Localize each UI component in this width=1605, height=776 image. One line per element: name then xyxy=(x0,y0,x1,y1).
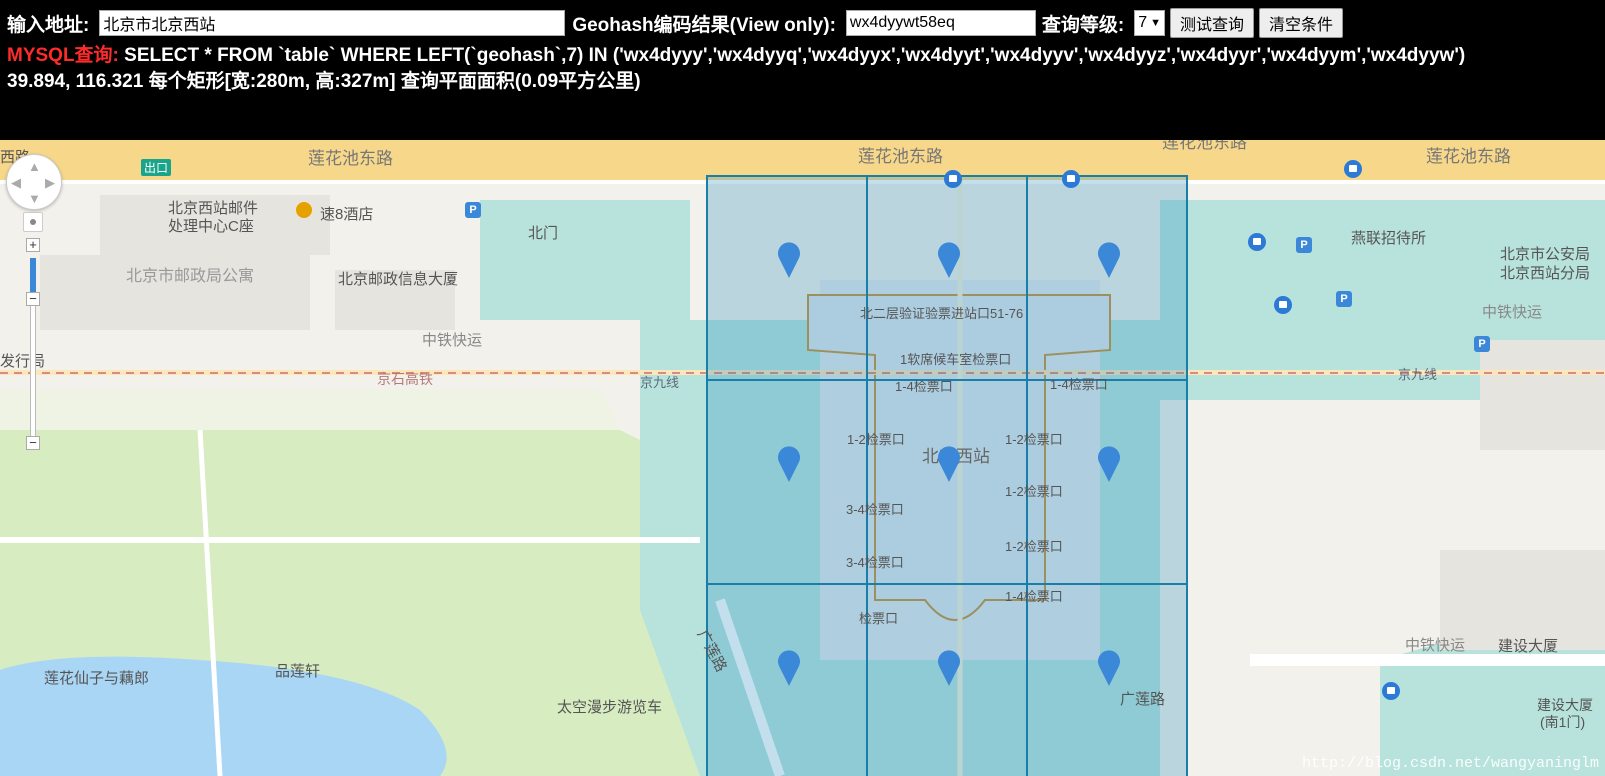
pan-right-icon[interactable]: ▶ xyxy=(45,175,55,191)
rail-label-jingshi: 京石高铁 xyxy=(377,371,433,387)
bus-stop-icon[interactable] xyxy=(1248,233,1266,251)
geohash-output-field[interactable] xyxy=(845,10,1036,36)
geohash-cell-1 xyxy=(706,175,868,381)
zoom-in-icon[interactable]: + xyxy=(26,238,40,252)
level-label: 查询等级: xyxy=(1041,14,1125,36)
geohash-cell-3 xyxy=(1026,175,1188,381)
pan-down-icon[interactable]: ▼ xyxy=(28,191,41,206)
poi-hotel8: 速8酒店 xyxy=(320,206,374,223)
road-label-lianhuachi-e: 莲花池东路 xyxy=(1426,147,1511,166)
poi-space-walk: 太空漫步游览车 xyxy=(557,699,663,716)
location-marker-icon[interactable] xyxy=(776,442,802,482)
location-marker-icon[interactable] xyxy=(776,238,802,278)
poi-post-building: 北京邮政信息大厦 xyxy=(338,271,459,288)
location-marker-icon[interactable] xyxy=(936,238,962,278)
zoom-slider-handle[interactable]: − xyxy=(26,292,40,306)
road-label-lianhuachi-c: 莲花池东路 xyxy=(858,147,943,166)
poi-apartment: 北京市邮政局公寓 xyxy=(126,268,255,285)
station-label-c2: 1-4检票口 xyxy=(1050,377,1108,392)
query-header: 输入地址: Geohash编码结果(View only): 查询等级: 7 ▼ … xyxy=(0,0,1605,140)
parking-icon[interactable]: P xyxy=(1474,336,1490,352)
bus-stop-icon[interactable] xyxy=(1344,160,1362,178)
geohash-label: Geohash编码结果(View only): xyxy=(572,14,836,36)
location-marker-icon[interactable] xyxy=(936,442,962,482)
zoom-out-icon[interactable]: − xyxy=(26,436,40,450)
road-label-guanglian-e: 广莲路 xyxy=(1120,691,1166,708)
map-canvas[interactable]: 西路 莲花池东路 莲花池东路 莲花池东路 莲花池东路 出口 北京西站邮件 处理中… xyxy=(0,140,1605,776)
station-label-h: 1-4检票口 xyxy=(1005,589,1063,604)
info-line: 39.894, 116.321 每个矩形[宽:280m, 高:327m] 查询平… xyxy=(7,71,641,92)
sql-query-line: MYSQL查询: SELECT * FROM `table` WHERE LEF… xyxy=(7,40,1465,67)
poi-mail-center-2: 处理中心C座 xyxy=(168,218,254,235)
parking-icon[interactable]: P xyxy=(465,202,481,218)
bus-stop-icon[interactable] xyxy=(1062,170,1080,188)
level-select[interactable]: 7 ▼ xyxy=(1134,10,1166,36)
sql-prefix: MYSQL查询: xyxy=(7,45,119,66)
poi-zhongtie-e: 中铁快运 xyxy=(1482,304,1543,321)
address-label: 输入地址: xyxy=(7,14,90,36)
station-label-e: 1-2检票口 xyxy=(1005,484,1063,499)
location-marker-icon[interactable] xyxy=(1096,238,1122,278)
road-label-lianhuachi-w: 莲花池东路 xyxy=(308,149,393,168)
poi-yanlian: 燕联招待所 xyxy=(1351,230,1427,247)
poi-police-2: 北京西站分局 xyxy=(1500,265,1591,282)
station-label-b: 1软席候车室检票口 xyxy=(900,352,1012,367)
station-label-d2: 1-2检票口 xyxy=(1005,432,1063,447)
rail-label-jingjiu-e: 京九线 xyxy=(1398,367,1438,382)
sql-text: SELECT * FROM `table` WHERE LEFT(`geohas… xyxy=(118,45,1466,66)
bus-stop-icon[interactable] xyxy=(1382,682,1400,700)
poi-north-gate: 北门 xyxy=(528,225,559,242)
rail-label-jingjiu-w: 京九线 xyxy=(640,375,680,390)
station-label-d1: 1-2检票口 xyxy=(847,432,905,447)
location-marker-icon[interactable] xyxy=(776,646,802,686)
location-marker-icon[interactable] xyxy=(1096,646,1122,686)
poi-zhongtie-w: 中铁快运 xyxy=(422,332,483,349)
pan-left-icon[interactable]: ◀ xyxy=(11,175,21,191)
locate-icon[interactable] xyxy=(23,212,43,232)
query-toolbar: 输入地址: Geohash编码结果(View only): 查询等级: 7 ▼ … xyxy=(7,8,1344,38)
poi-zhongtie-se: 中铁快运 xyxy=(1405,637,1466,654)
station-label-f2: 1-2检票口 xyxy=(1005,539,1063,554)
zoom-control[interactable]: + − − xyxy=(26,238,40,450)
bus-stop-icon[interactable] xyxy=(944,170,962,188)
station-label-a: 北二层验证验票进站口51-76 xyxy=(860,306,1024,321)
poi-jianshe-s2: (南1门) xyxy=(1540,714,1586,730)
address-input[interactable] xyxy=(99,10,566,36)
location-marker-icon[interactable] xyxy=(1096,442,1122,482)
station-label-g: 3-4检票口 xyxy=(846,555,904,570)
station-label-c1: 1-4检票口 xyxy=(895,379,953,394)
road-label-lianhuachi-top: 莲花池东路 xyxy=(1162,140,1247,152)
station-label-f1: 3-4检票口 xyxy=(846,502,904,517)
poi-police-1: 北京市公安局 xyxy=(1500,246,1591,263)
geohash-cell-4 xyxy=(706,379,868,585)
clear-conditions-button[interactable]: 清空条件 xyxy=(1259,8,1344,38)
chevron-down-icon: ▼ xyxy=(1150,17,1162,29)
parking-icon[interactable]: P xyxy=(1296,237,1312,253)
watermark: http://blog.csdn.net/wangyaninglm xyxy=(1301,755,1599,772)
poi-lotus-fairy: 莲花仙子与藕郎 xyxy=(44,670,150,687)
poi-pinlianxuan: 品莲轩 xyxy=(275,663,321,680)
parking-icon[interactable]: P xyxy=(1336,291,1352,307)
pan-control[interactable]: ▲ ▼ ◀ ▶ xyxy=(6,154,62,210)
level-select-value: 7 xyxy=(1138,14,1148,31)
pan-up-icon[interactable]: ▲ xyxy=(28,159,41,174)
bus-stop-icon[interactable] xyxy=(1274,296,1292,314)
location-marker-icon[interactable] xyxy=(936,646,962,686)
test-query-button[interactable]: 测试查询 xyxy=(1170,8,1255,38)
exit-badge: 出口 xyxy=(141,159,172,176)
hotel-icon[interactable] xyxy=(296,202,312,218)
poi-jianshe: 建设大厦 xyxy=(1498,638,1559,655)
station-label-i: 检票口 xyxy=(859,611,899,626)
